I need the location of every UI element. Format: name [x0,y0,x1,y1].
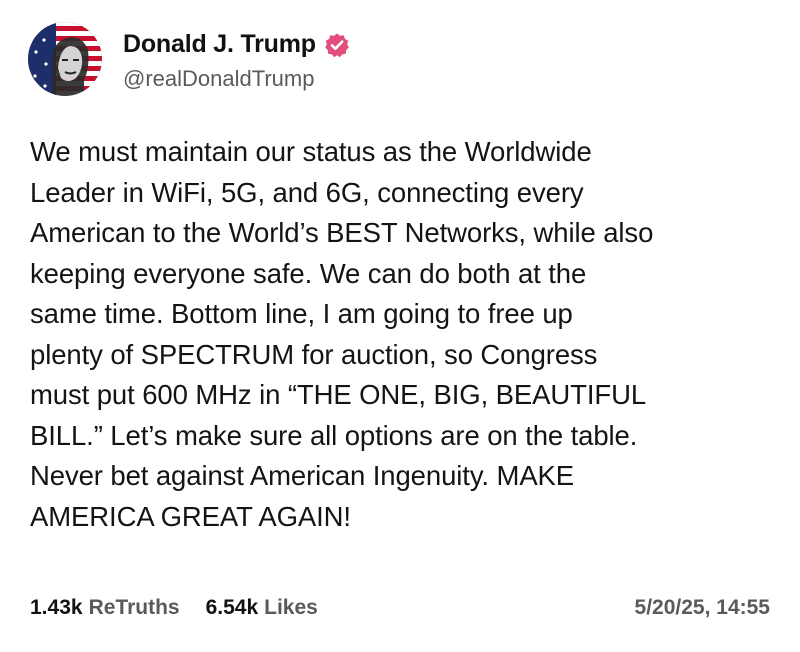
author-handle[interactable]: @realDonaldTrump [123,66,350,92]
post-card: Donald J. Trump @realDonaldTrump We must… [0,0,800,652]
post-footer: 1.43k ReTruths 6.54k Likes 5/20/25, 14:5… [30,596,770,620]
avatar[interactable] [28,22,102,96]
likes-label: Likes [264,596,318,619]
author-names: Donald J. Trump @realDonaldTrump [123,27,350,92]
avatar-flag-portrait-icon [28,22,102,96]
likes-stat[interactable]: 6.54k Likes [206,596,318,620]
post-timestamp: 5/20/25, 14:55 [634,596,770,619]
author-display-name[interactable]: Donald J. Trump [123,30,316,59]
retruths-count: 1.43k [30,596,83,619]
retruths-label: ReTruths [88,596,180,619]
likes-count: 6.54k [205,596,259,619]
name-row: Donald J. Trump [123,27,350,63]
post-header: Donald J. Trump @realDonaldTrump [28,22,350,96]
verified-badge-icon [324,32,350,58]
retruths-stat[interactable]: 1.43k ReTruths [30,596,180,620]
post-text: We must maintain our status as the World… [30,136,654,532]
